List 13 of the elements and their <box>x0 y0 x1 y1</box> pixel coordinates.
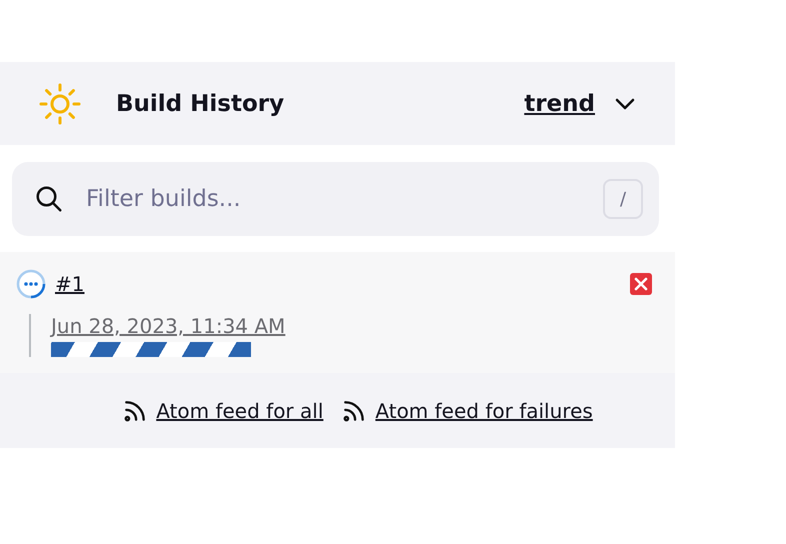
feed-link[interactable]: Atom feed for failures <box>375 398 593 422</box>
shortcut-key: / <box>603 179 643 219</box>
in-progress-icon <box>15 268 47 300</box>
search-field[interactable]: Filter builds... <box>84 185 603 213</box>
build-timestamp[interactable]: Jun 28, 2023, 11:34 AM <box>51 314 653 338</box>
feed-link[interactable]: Atom feed for all <box>156 398 324 422</box>
trend-link[interactable]: trend <box>524 90 595 116</box>
search-bar[interactable]: Filter builds... / <box>12 162 659 236</box>
build-link[interactable]: #1 <box>55 272 629 296</box>
search-icon <box>34 184 64 214</box>
cancel-icon[interactable] <box>629 272 653 296</box>
panel-title: Build History <box>116 90 286 116</box>
sun-icon <box>38 82 82 126</box>
